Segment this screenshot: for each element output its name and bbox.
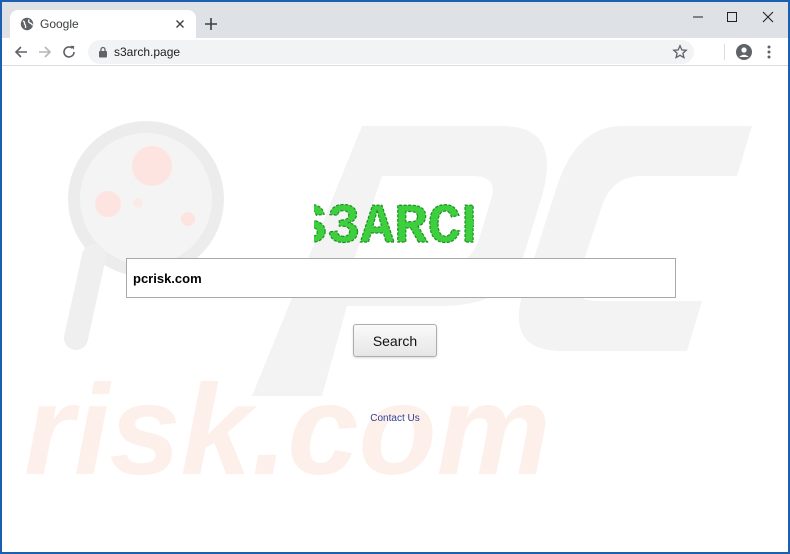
address-bar[interactable]: s3arch.page <box>88 40 694 64</box>
browser-window: Google s3arch.page risk.com 3ARC pcrisk.… <box>2 2 788 552</box>
page-content: risk.com S3ARCH Search Contact Us <box>2 66 788 552</box>
logo-text: S3ARCH <box>314 195 474 250</box>
profile-avatar-icon[interactable] <box>735 43 753 61</box>
toolbar-separator <box>724 44 725 60</box>
url-text: s3arch.page <box>114 45 181 59</box>
browser-tab[interactable]: Google <box>10 10 196 38</box>
close-tab-icon[interactable] <box>172 16 188 32</box>
minimize-icon[interactable] <box>684 7 712 27</box>
reload-icon[interactable] <box>60 43 78 61</box>
forward-icon[interactable] <box>36 43 54 61</box>
browser-toolbar: s3arch.page <box>2 38 788 66</box>
new-tab-icon[interactable] <box>202 15 220 33</box>
tab-title: Google <box>40 17 79 31</box>
menu-dots-icon[interactable] <box>760 43 778 61</box>
tab-strip: Google <box>2 2 788 38</box>
bookmark-star-icon[interactable] <box>672 44 688 60</box>
s3arch-logo: S3ARCH <box>314 194 474 250</box>
search-input[interactable] <box>126 258 676 298</box>
watermark-text: risk.com <box>24 359 551 502</box>
globe-icon <box>20 17 34 31</box>
contact-us-link[interactable]: Contact Us <box>2 413 788 424</box>
lock-icon <box>99 46 107 58</box>
search-button[interactable]: Search <box>353 324 437 357</box>
maximize-icon[interactable] <box>718 7 746 27</box>
back-icon[interactable] <box>12 43 30 61</box>
pcrisk-watermark: risk.com <box>24 121 752 502</box>
close-window-icon[interactable] <box>754 7 782 27</box>
